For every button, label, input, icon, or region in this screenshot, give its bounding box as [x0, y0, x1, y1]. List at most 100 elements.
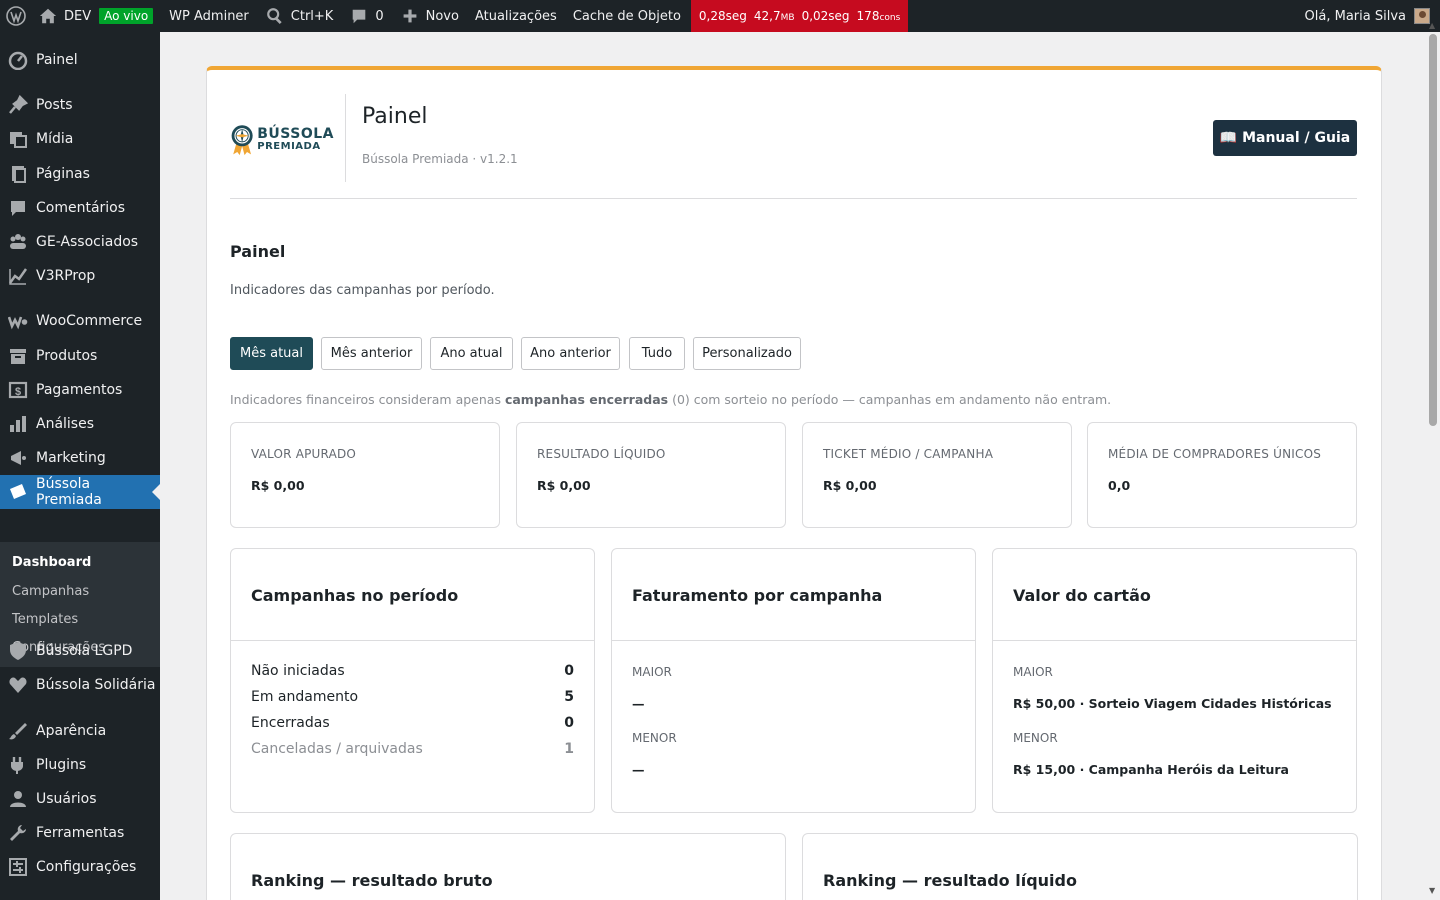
- updates-link[interactable]: Atualizações: [467, 0, 565, 32]
- comments-count: 0: [375, 8, 384, 24]
- sidebar-item-label: GE-Associados: [36, 234, 139, 250]
- sidebar-item-pagamentos[interactable]: $ Pagamentos: [0, 373, 160, 407]
- kpi-label: Ticket médio / campanha: [823, 447, 994, 461]
- pages-icon: [8, 164, 28, 184]
- sidebar-item-midia[interactable]: Mídia: [0, 122, 160, 156]
- sidebar-item-configuracoes[interactable]: Configurações: [0, 850, 160, 884]
- qm-memory: 42,7MB: [753, 9, 795, 23]
- new-label: Novo: [425, 8, 459, 24]
- status-row-nao-iniciadas: Não iniciadas 0: [251, 663, 574, 679]
- chart-line-icon: [8, 266, 28, 286]
- page-title: Painel: [362, 104, 428, 129]
- period-button-mes-anterior[interactable]: Mês anterior: [321, 337, 422, 370]
- qm-page-time: 0,28seg: [698, 9, 747, 23]
- greeting: Olá, Maria Silva: [1304, 8, 1406, 24]
- kpi-value: R$ 0,00: [537, 478, 591, 493]
- site-name-menu[interactable]: DEV Ao vivo: [34, 0, 161, 32]
- brush-icon: [8, 721, 28, 741]
- command-palette-button[interactable]: Ctrl+K: [257, 0, 342, 32]
- sidebar-item-label: Painel: [36, 52, 78, 68]
- sidebar-item-paginas[interactable]: Páginas: [0, 157, 160, 191]
- sidebar-item-label: Páginas: [36, 166, 90, 182]
- sidebar-item-label: Bússola Premiada: [36, 476, 102, 508]
- heart-icon: [8, 675, 28, 695]
- panel-divider: [231, 640, 594, 641]
- kpi-value: R$ 0,00: [251, 478, 305, 493]
- min-label: Menor: [632, 731, 677, 745]
- panel-title: Faturamento por campanha: [632, 586, 883, 605]
- max-value: —: [632, 696, 645, 711]
- pin-icon: [8, 95, 28, 115]
- sidebar-item-v3rprop[interactable]: V3RProp: [0, 259, 160, 293]
- media-icon: [8, 129, 28, 149]
- sidebar-item-comentarios[interactable]: Comentários: [0, 191, 160, 225]
- kpi-label: Resultado líquido: [537, 447, 666, 461]
- sidebar-item-bussola-lgpd[interactable]: Bússola LGPD: [0, 634, 160, 668]
- min-label: Menor: [1013, 731, 1058, 745]
- period-button-tudo[interactable]: Tudo: [629, 337, 685, 370]
- qm-queries: 178cons: [856, 9, 901, 23]
- section-description: Indicadores das campanhas por período.: [230, 283, 495, 298]
- logo-text-line2: PREMIADA: [257, 140, 321, 152]
- campaigns-period-panel: Campanhas no período Não iniciadas 0 Em a…: [230, 548, 595, 813]
- sidebar-item-painel[interactable]: Painel: [0, 43, 160, 77]
- admin-sidebar: Dashboard Campanhas Templates Configuraç…: [0, 32, 160, 900]
- sidebar-item-label: Configurações: [36, 859, 137, 875]
- sidebar-item-label: Bússola LGPD: [36, 643, 133, 659]
- sidebar-item-posts[interactable]: Posts: [0, 88, 160, 122]
- scroll-down-icon[interactable]: ▼: [1429, 886, 1435, 895]
- wp-adminer-link[interactable]: WP Adminer: [161, 0, 257, 32]
- scrollbar-thumb[interactable]: [1429, 34, 1437, 426]
- archive-icon: [8, 346, 28, 366]
- period-button-mes-atual[interactable]: Mês atual: [230, 337, 313, 370]
- billing-per-campaign-panel: Faturamento por campanha Maior — Menor —: [611, 548, 976, 813]
- sidebar-item-produtos[interactable]: Produtos: [0, 339, 160, 373]
- wordpress-logo-menu[interactable]: [0, 0, 34, 32]
- sidebar-item-bussola-premiada[interactable]: Bússola Premiada: [0, 475, 160, 509]
- scroll-up-icon[interactable]: ▲: [1429, 21, 1435, 30]
- kpi-card-resultado-liquido: Resultado líquido R$ 0,00: [516, 422, 786, 528]
- dashboard-icon: [8, 50, 28, 70]
- sidebar-item-woocommerce[interactable]: WooCommerce: [0, 304, 160, 338]
- manual-guide-button[interactable]: 📖 Manual / Guia: [1213, 120, 1357, 156]
- comments-link[interactable]: 0: [341, 0, 391, 32]
- sidebar-item-label: Mídia: [36, 131, 74, 147]
- svg-text:$: $: [15, 386, 21, 398]
- new-content-menu[interactable]: Novo: [392, 0, 467, 32]
- sidebar-item-usuarios[interactable]: Usuários: [0, 782, 160, 816]
- sidebar-item-label: Comentários: [36, 200, 126, 216]
- plugin-version: Bússola Premiada · v1.2.1: [362, 152, 518, 166]
- period-button-personalizado[interactable]: Personalizado: [693, 337, 801, 370]
- ranking-net-panel: Ranking — resultado líquido: [802, 833, 1358, 900]
- period-button-ano-anterior[interactable]: Ano anterior: [521, 337, 620, 370]
- object-cache-link[interactable]: Cache de Objeto: [565, 0, 689, 32]
- submenu-item-dashboard[interactable]: Dashboard: [12, 555, 91, 570]
- period-button-ano-atual[interactable]: Ano atual: [430, 337, 513, 370]
- sidebar-item-plugins[interactable]: Plugins: [0, 748, 160, 782]
- query-monitor-menu[interactable]: 0,28seg 42,7MB 0,02seg 178cons: [690, 0, 909, 32]
- wrench-icon: [8, 823, 28, 843]
- wordpress-icon: [6, 6, 26, 26]
- submenu-item-templates[interactable]: Templates: [12, 612, 78, 627]
- sidebar-item-ge-associados[interactable]: GE-Associados: [0, 225, 160, 259]
- submenu-item-campanhas[interactable]: Campanhas: [12, 584, 89, 599]
- bussola-premiada-logo: BÚSSOLA PREMIADA: [230, 116, 334, 162]
- sidebar-item-bussola-solidaria[interactable]: Bússola Solidária: [0, 668, 160, 702]
- header-rule: [230, 198, 1357, 199]
- tickets-icon: [8, 482, 28, 502]
- kpi-label: Valor apurado: [251, 447, 357, 461]
- sidebar-item-ferramentas[interactable]: Ferramentas: [0, 816, 160, 850]
- sidebar-item-label: Bússola Solidária: [36, 677, 156, 693]
- shield-icon: [8, 641, 28, 661]
- sidebar-item-analises[interactable]: Análises: [0, 407, 160, 441]
- sidebar-item-label: V3RProp: [36, 268, 96, 284]
- sidebar-item-aparencia[interactable]: Aparência: [0, 714, 160, 748]
- panel-divider: [993, 640, 1356, 641]
- kpi-value: R$ 0,00: [823, 478, 877, 493]
- sidebar-item-label: Análises: [36, 416, 95, 432]
- sidebar-item-marketing[interactable]: Marketing: [0, 441, 160, 475]
- compass-badge-icon: [231, 125, 253, 156]
- sidebar-item-label: Marketing: [36, 450, 106, 466]
- my-account-menu[interactable]: Olá, Maria Silva: [1305, 8, 1440, 24]
- search-shortcut: Ctrl+K: [290, 8, 334, 24]
